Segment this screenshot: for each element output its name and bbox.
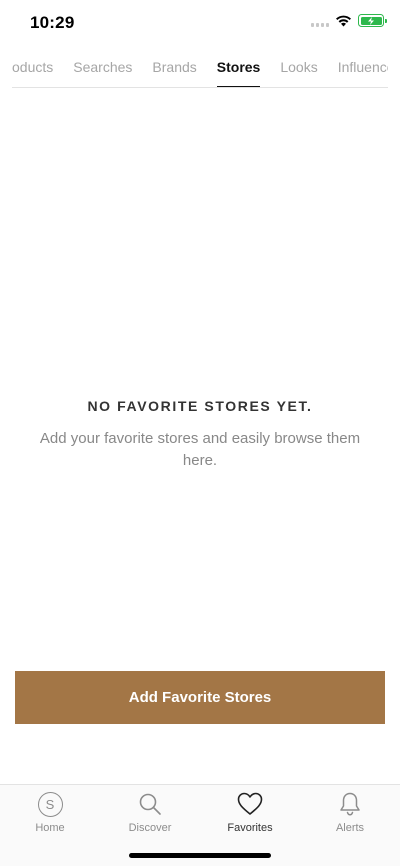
tab-looks[interactable]: Looks [280, 48, 317, 87]
tab-products[interactable]: Products [12, 48, 53, 87]
empty-state: NO FAVORITE STORES YET. Add your favorit… [30, 398, 370, 472]
tab-searches[interactable]: Searches [73, 48, 132, 87]
search-icon [136, 790, 164, 818]
home-logo-glyph: S [37, 791, 63, 817]
s-circle-icon: S [36, 790, 64, 818]
cellular-signal-icon [311, 15, 329, 27]
status-bar: 10:29 [0, 0, 400, 48]
status-time: 10:29 [30, 13, 75, 32]
battery-icon [358, 14, 387, 27]
nav-label-home: Home [35, 822, 65, 834]
status-icons [311, 14, 387, 27]
nav-item-home[interactable]: S Home [0, 785, 100, 866]
tab-brands[interactable]: Brands [152, 48, 196, 87]
nav-label-alerts: Alerts [335, 822, 365, 834]
home-indicator[interactable] [129, 853, 271, 858]
nav-item-alerts[interactable]: Alerts [300, 785, 400, 866]
favorites-tab-bar: Products Searches Brands Stores Looks In… [12, 48, 388, 88]
heart-icon [236, 790, 264, 818]
add-favorite-stores-button[interactable]: Add Favorite Stores [15, 671, 385, 724]
nav-label-discover: Discover [128, 822, 172, 834]
tab-influencers[interactable]: Influencers [338, 48, 388, 87]
tab-stores[interactable]: Stores [216, 48, 260, 87]
bottom-nav: S Home Discover Favorites Alerts [0, 784, 400, 866]
bell-icon [336, 790, 364, 818]
empty-state-description: Add your favorite stores and easily brow… [39, 430, 361, 469]
empty-state-title: NO FAVORITE STORES YET. [87, 398, 313, 414]
wifi-icon [336, 15, 351, 26]
nav-label-favorites: Favorites [227, 822, 273, 834]
